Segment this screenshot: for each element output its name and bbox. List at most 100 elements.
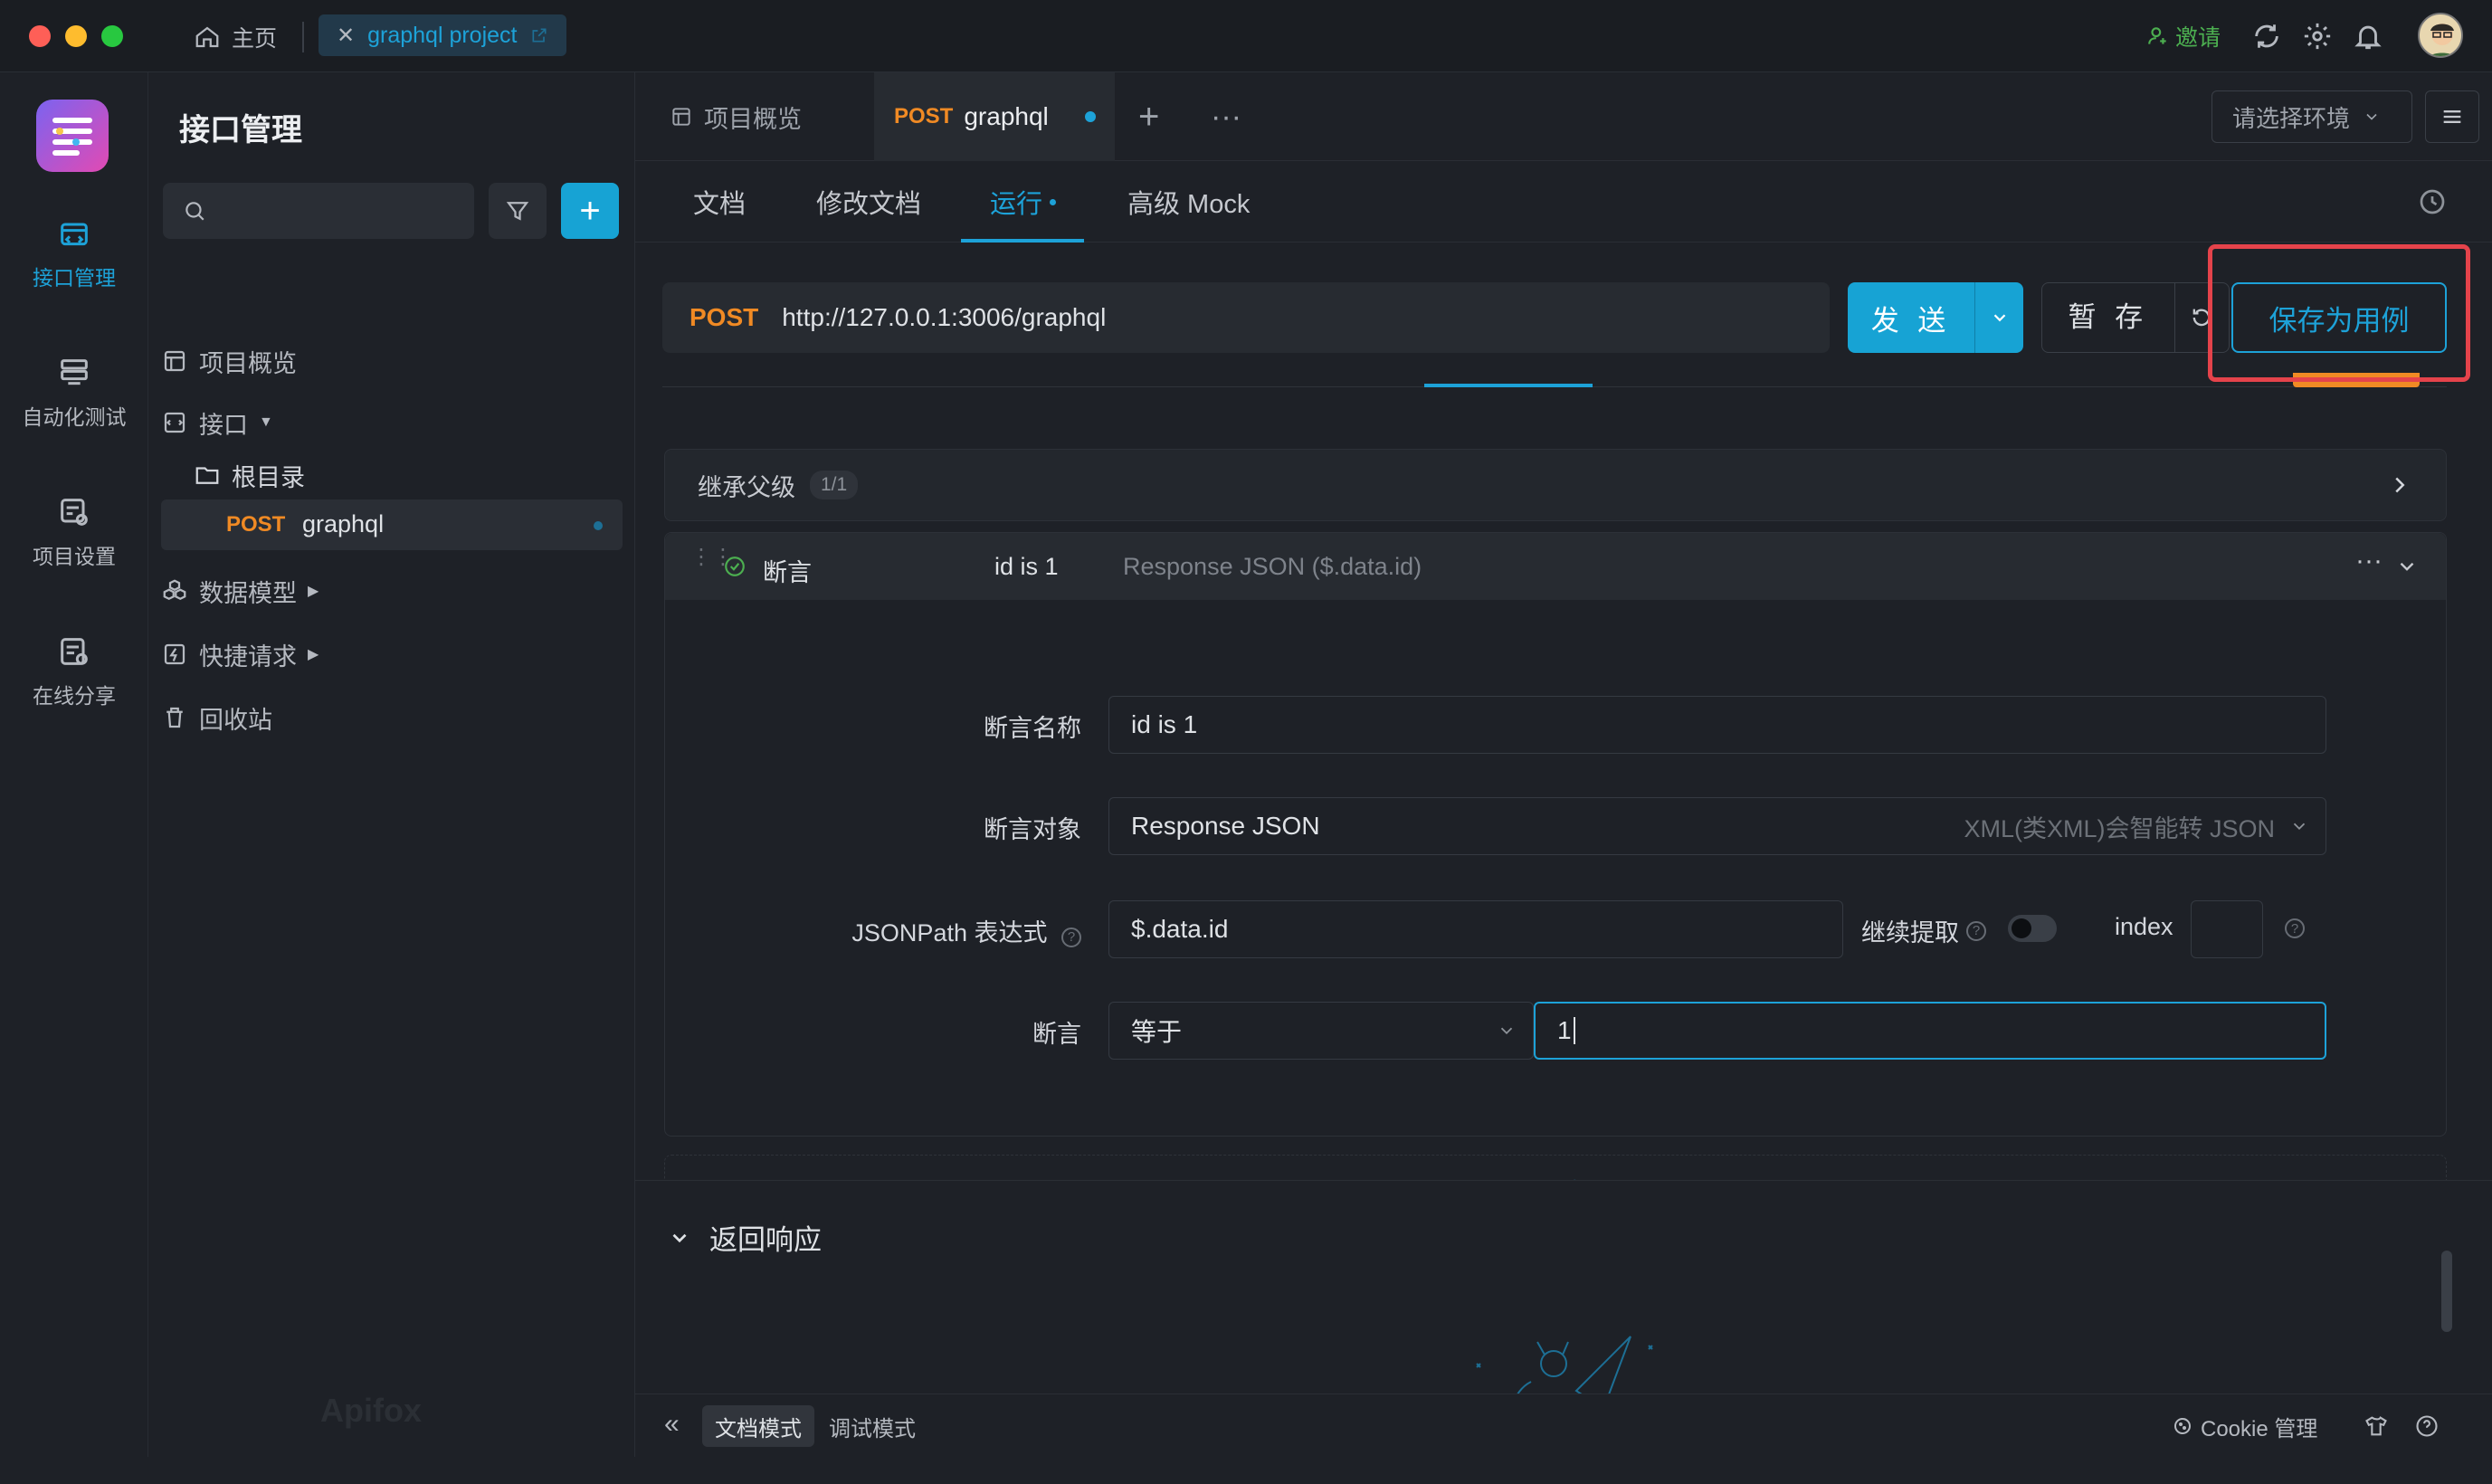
help-icon[interactable]: ? — [1061, 927, 1081, 947]
tree-item-root[interactable]: 根目录 — [194, 449, 305, 501]
send-button[interactable]: 发 送 — [1848, 282, 2023, 353]
rail-label-settings: 项目设置 — [33, 545, 116, 568]
assertion-card: ⋮⋮ 断言 id is 1 Response JSON ($.data.id) … — [664, 532, 2447, 1137]
tab-run[interactable]: 运行 — [990, 161, 1057, 243]
close-window-button[interactable] — [29, 25, 51, 47]
assertion-more-button[interactable]: ··· — [2355, 546, 2383, 576]
notifications-button[interactable] — [2353, 16, 2383, 56]
new-tab-button[interactable]: + — [1138, 72, 1159, 161]
sidebar-search-input[interactable] — [163, 183, 474, 239]
rail-item-project-settings[interactable]: 项目设置 — [0, 494, 148, 570]
chevron-down-icon[interactable] — [2395, 555, 2419, 578]
rail-label-share: 在线分享 — [33, 684, 116, 708]
unsaved-dot — [1084, 111, 1096, 122]
add-button[interactable]: + — [561, 183, 619, 239]
help-button[interactable] — [2402, 1405, 2452, 1447]
nav-rail: 接口管理 自动化测试 项目设置 在线分享 — [0, 72, 148, 1457]
assertion-name-input[interactable]: id is 1 — [1108, 696, 2326, 754]
debug-mode-label: 调试模式 — [829, 1416, 916, 1441]
cookie-manager-button[interactable]: Cookie 管理 — [2159, 1405, 2330, 1447]
tab-name: graphql — [964, 102, 1049, 130]
debug-mode-button[interactable]: 调试模式 — [816, 1405, 928, 1447]
tree-label-overview: 项目概览 — [199, 349, 297, 377]
close-tab-icon[interactable]: ✕ — [337, 23, 355, 49]
tree-item-trash[interactable]: 回收站 — [161, 691, 272, 744]
zoom-window-button[interactable] — [101, 25, 123, 47]
external-link-icon[interactable] — [530, 26, 548, 44]
active-section-underline — [1424, 384, 1593, 387]
filter-button[interactable] — [489, 183, 547, 239]
help-icon[interactable]: ? — [1966, 920, 1986, 941]
status-bar: « 文档模式 调试模式 Cookie 管理 — [635, 1394, 2492, 1457]
rail-item-online-share[interactable]: 在线分享 — [0, 633, 148, 709]
assertion-target-select[interactable]: Response JSON XML(类XML)会智能转 JSON — [1108, 797, 2326, 855]
assertion-target-label: 断言对象 — [984, 816, 1081, 843]
inherit-parent-row[interactable]: 继承父级 1/1 — [664, 449, 2447, 521]
tab-overview[interactable]: 项目概览 — [670, 72, 802, 161]
more-tabs-button[interactable]: ··· — [1211, 72, 1241, 161]
index-input[interactable] — [2191, 900, 2263, 958]
url-input[interactable]: http://127.0.0.1:3006/graphql — [782, 303, 1106, 332]
tab-doc[interactable]: 文档 — [693, 161, 746, 243]
settings-button[interactable] — [2302, 16, 2333, 56]
url-bar[interactable]: POST http://127.0.0.1:3006/graphql — [662, 282, 1830, 353]
tab-run-label: 运行 — [990, 190, 1043, 219]
jsonpath-input[interactable]: $.data.id — [1108, 900, 1843, 958]
share-icon — [61, 638, 88, 665]
assert-operator-select[interactable]: 等于 — [1108, 1002, 1534, 1060]
doc-mode-button[interactable]: 文档模式 — [702, 1405, 814, 1447]
chevron-down-icon — [672, 1233, 687, 1242]
tab-edit-doc[interactable]: 修改文档 — [816, 161, 921, 243]
folder-icon — [195, 467, 219, 484]
assertion-name-value: id is 1 — [1131, 710, 1198, 738]
home-tab[interactable]: 主页 — [194, 18, 277, 56]
sync-button[interactable] — [2251, 16, 2282, 56]
send-options-button[interactable] — [1974, 282, 2023, 353]
assertion-header[interactable]: ⋮⋮ 断言 id is 1 Response JSON ($.data.id) … — [665, 533, 2446, 600]
tab-advanced-mock[interactable]: 高级 Mock — [1127, 161, 1250, 243]
response-header[interactable]: 返回响应 — [668, 1217, 822, 1258]
help-icon[interactable]: ? — [2285, 918, 2305, 938]
overview-icon — [164, 350, 185, 372]
settings-icon — [61, 499, 88, 526]
jsonpath-label-text: JSONPath 表达式 — [851, 919, 1048, 947]
text-cursor — [1573, 1017, 1575, 1044]
environment-select[interactable]: 请选择环境 — [2211, 90, 2412, 143]
avatar[interactable] — [2418, 13, 2463, 58]
request-method[interactable]: POST — [690, 303, 758, 332]
assert-operator-label: 断言 — [1032, 1021, 1081, 1048]
shirt-button[interactable] — [2351, 1405, 2402, 1447]
bell-icon — [2354, 25, 2382, 50]
tree-item-graphql[interactable]: POST graphql — [161, 499, 623, 550]
tree-item-apis[interactable]: 接口 ▼ — [161, 396, 273, 449]
jsonpath-label: JSONPath 表达式 ? — [665, 913, 1081, 948]
rail-item-automation[interactable]: 自动化测试 — [0, 355, 148, 431]
ellipsis-icon: ··· — [1211, 99, 1241, 134]
invite-button[interactable]: 邀请 — [2146, 16, 2221, 56]
inherit-count: 1/1 — [810, 471, 859, 499]
project-tab-label: graphql project — [367, 22, 518, 48]
tree-item-overview[interactable]: 项目概览 — [161, 335, 297, 387]
rail-item-api-management[interactable]: 接口管理 — [0, 215, 148, 291]
active-tab-underline — [961, 239, 1084, 243]
collapse-sidebar-icon[interactable]: « — [664, 1409, 680, 1440]
scrollbar[interactable] — [2441, 1251, 2452, 1332]
tree-item-data-models[interactable]: 数据模型 ▶ — [161, 565, 319, 617]
tab-graphql[interactable]: POST graphql — [874, 72, 1115, 161]
project-tab[interactable]: ✕ graphql project — [319, 14, 566, 56]
hamburger-icon — [2443, 110, 2461, 123]
minimize-window-button[interactable] — [65, 25, 87, 47]
home-tab-label: 主页 — [232, 26, 278, 52]
stash-button[interactable]: 暂 存 — [2041, 282, 2230, 353]
continue-extract-toggle[interactable] — [2008, 915, 2057, 942]
doc-mode-label: 文档模式 — [715, 1416, 802, 1441]
title-bar: 主页 ✕ graphql project 邀请 — [0, 0, 2492, 72]
request-section-tabs — [662, 358, 2447, 387]
tree-label-data-models: 数据模型 — [199, 579, 297, 607]
history-button[interactable] — [2416, 161, 2449, 243]
menu-button[interactable] — [2425, 90, 2479, 143]
assert-expected-input[interactable]: 1 — [1534, 1002, 2326, 1060]
tree-item-quick-requests[interactable]: 快捷请求 ▶ — [161, 628, 319, 680]
inherit-label: 继承父级 — [698, 473, 795, 501]
endpoint-name: graphql — [302, 510, 385, 537]
